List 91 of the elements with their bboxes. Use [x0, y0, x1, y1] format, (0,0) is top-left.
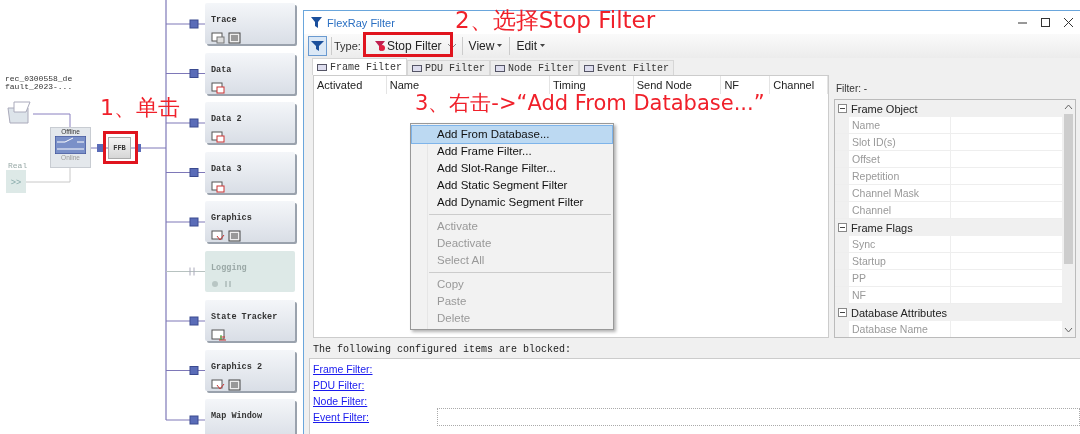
property-name: Name: [849, 117, 951, 133]
tab[interactable]: Node Filter: [490, 60, 580, 75]
window-icon: [211, 81, 225, 94]
menu-button[interactable]: View: [466, 39, 506, 53]
window-block-title: Trace: [211, 15, 237, 25]
real-label: Real: [8, 161, 28, 170]
chevron-down-icon: [447, 43, 456, 49]
menu-item[interactable]: Add Static Segment Filter: [412, 177, 612, 194]
pause-icon: [222, 279, 234, 288]
scrollbar-thumb[interactable]: [1064, 114, 1073, 264]
window-block[interactable]: Trace: [205, 3, 295, 44]
caret-icon: [496, 44, 504, 48]
property-name: Slot ID(s): [849, 134, 951, 150]
window-block-title: Data 2: [211, 114, 242, 124]
window-block[interactable]: Graphics 2: [205, 349, 295, 391]
chart-window-icon: [211, 230, 225, 242]
property-group[interactable]: Frame Flags: [835, 219, 1062, 236]
tab-icon: [495, 63, 506, 73]
tab-icon: [412, 63, 422, 73]
stop-filter-icon: [374, 41, 385, 51]
type-label: Type:: [334, 40, 361, 52]
window-block-title: Graphics 2: [211, 361, 262, 372]
type-dropdown[interactable]: Stop Filter: [372, 39, 458, 53]
state-window-icon: [211, 329, 227, 341]
window-block-title: Map Window: [211, 411, 262, 421]
file-label: rec_0300558_default_2023-...: [5, 75, 73, 91]
window-block[interactable]: Map Window: [205, 399, 295, 434]
tab[interactable]: Frame Filter: [312, 58, 407, 75]
column-header[interactable]: Activated: [314, 76, 387, 94]
menu-item[interactable]: Add From Database...: [412, 126, 612, 143]
funnel-icon: [311, 17, 322, 28]
menu-item[interactable]: Add Dynamic Segment Filter: [412, 194, 612, 211]
notepad-icon: [228, 32, 241, 44]
caret-icon: [539, 44, 547, 48]
filter-label: Filter: -: [835, 83, 869, 96]
window-block[interactable]: Graphics: [205, 201, 295, 242]
property-name: NF: [849, 287, 951, 303]
property-group[interactable]: Database Attributes: [835, 304, 1062, 321]
window-icon: [211, 131, 225, 143]
column-header[interactable]: Channel: [770, 76, 828, 94]
menu-item[interactable]: Add Slot-Range Filter...: [412, 160, 612, 177]
window-block-title: State Tracker: [211, 312, 278, 322]
window-block-title: Logging: [211, 262, 247, 273]
input-field[interactable]: [437, 408, 1080, 426]
funnel-icon: [311, 40, 324, 52]
window-block[interactable]: State Tracker: [205, 300, 295, 341]
window-icon: [211, 32, 225, 44]
property-name: Repetition: [849, 168, 951, 184]
annotation-text: 3、右击->“Add From Database...”: [415, 93, 765, 114]
menu-button[interactable]: Edit: [514, 39, 549, 53]
tab[interactable]: PDU Filter: [407, 60, 491, 75]
window-block-title: Data: [211, 64, 232, 75]
notepad-icon: [228, 378, 241, 391]
filter-link[interactable]: Node Filter:: [313, 395, 437, 407]
blocked-heading: The following configured items are blocked:: [312, 343, 573, 357]
window-block-title: Data 3: [211, 163, 242, 174]
window-block[interactable]: Data: [205, 52, 295, 94]
filter-toggle-button[interactable]: [308, 36, 327, 56]
property-name: Channel: [849, 202, 951, 218]
close-icon: [1064, 18, 1073, 27]
highlight-frame: [103, 131, 138, 164]
chart-window-icon: [211, 378, 225, 391]
tab[interactable]: Event Filter: [579, 60, 675, 75]
window-block[interactable]: Data 2: [205, 102, 295, 143]
window-block-title: Graphics: [211, 213, 252, 223]
window-block[interactable]: Data 3: [205, 151, 295, 193]
filter-link[interactable]: PDU Filter:: [313, 379, 437, 391]
property-name: Database Name: [849, 321, 951, 337]
tab-icon: [584, 63, 595, 73]
tab-icon: [317, 62, 327, 72]
record-icon: [211, 279, 219, 288]
switch-icon: [55, 136, 86, 154]
window-title: FlexRay Filter: [327, 16, 395, 29]
property-group[interactable]: Frame Object: [835, 100, 1062, 117]
maximize-icon: [1041, 18, 1050, 27]
property-name: Startup: [849, 253, 951, 269]
menu-item[interactable]: Add Frame Filter...: [412, 143, 612, 160]
annotation-text: 2、选择Stop Filter: [455, 9, 656, 32]
column-header[interactable]: Timing: [550, 76, 634, 94]
property-name: PP: [849, 270, 951, 286]
property-name: Sync: [849, 236, 951, 252]
window-icon: [211, 180, 225, 193]
filter-link[interactable]: Event Filter:: [313, 411, 437, 423]
annotation-text: 1、单击: [100, 97, 180, 119]
column-header[interactable]: NF: [721, 76, 771, 94]
column-header[interactable]: Send Node: [633, 76, 722, 94]
property-name: Channel Mask: [849, 185, 951, 201]
file-icon: [6, 100, 34, 124]
property-name: Offset: [849, 151, 951, 167]
notepad-icon: [228, 230, 241, 242]
filter-link[interactable]: Frame Filter:: [313, 363, 437, 375]
